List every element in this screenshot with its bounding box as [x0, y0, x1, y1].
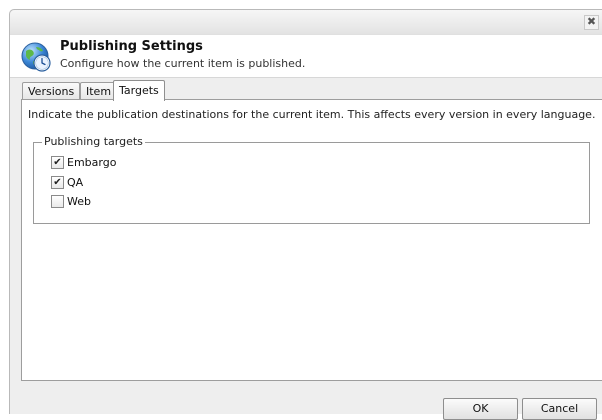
targets-description: Indicate the publication destinations fo…	[28, 108, 596, 121]
dialog-title: Publishing Settings	[60, 39, 203, 54]
ok-button[interactable]: OK	[443, 398, 518, 420]
globe-clock-icon	[21, 42, 51, 72]
dialog-header: Publishing Settings Configure how the cu…	[10, 34, 602, 78]
checkbox-embargo[interactable]: ✔	[51, 155, 64, 169]
cancel-button[interactable]: Cancel	[522, 398, 597, 420]
target-embargo[interactable]: ✔ Embargo	[51, 155, 116, 171]
checkbox-qa[interactable]: ✔	[51, 175, 64, 189]
publishing-settings-dialog: ✖ Publishing Settings Configure how the …	[9, 9, 602, 420]
dialog-titlebar: ✖	[10, 10, 602, 34]
target-qa[interactable]: ✔ QA	[51, 175, 83, 191]
tab-item[interactable]: Item	[80, 82, 118, 100]
target-label-qa: QA	[67, 176, 84, 189]
close-icon[interactable]: ✖	[584, 15, 599, 30]
checkbox-web[interactable]	[51, 194, 64, 208]
targets-panel: Indicate the publication destinations fo…	[21, 99, 602, 381]
tab-versions[interactable]: Versions	[22, 82, 81, 100]
publishing-targets-legend: Publishing targets	[42, 135, 145, 148]
dialog-subtitle: Configure how the current item is publis…	[60, 57, 306, 70]
publishing-targets-group: Publishing targets ✔ Embargo ✔ QA Web	[33, 135, 590, 224]
target-web[interactable]: Web	[51, 194, 91, 210]
target-label-web: Web	[67, 195, 91, 208]
tab-targets[interactable]: Targets	[113, 80, 165, 101]
target-label-embargo: Embargo	[67, 156, 117, 169]
